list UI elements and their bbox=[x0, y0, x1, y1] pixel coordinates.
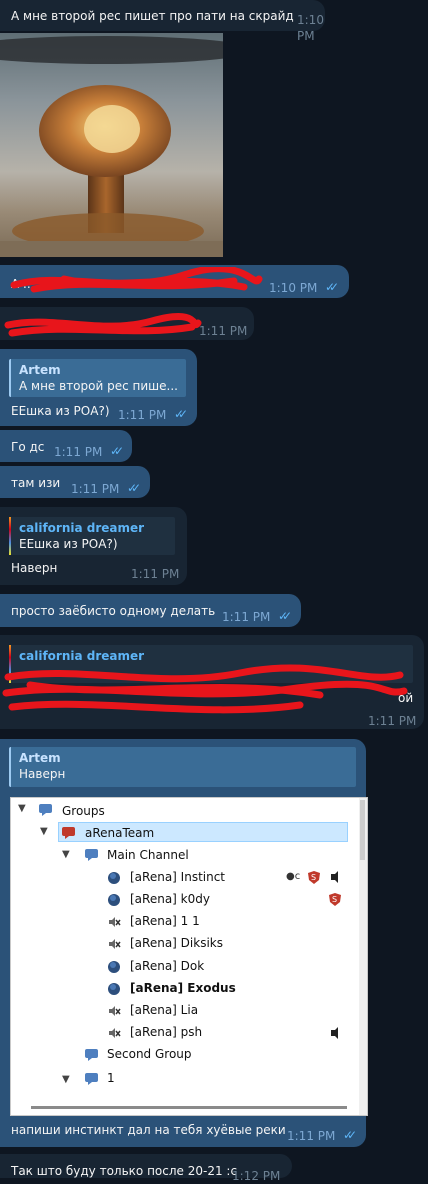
read-check-icon: ✓✓ bbox=[278, 609, 292, 623]
photo-message[interactable] bbox=[0, 33, 223, 257]
muted-speaker-icon bbox=[109, 1006, 121, 1016]
message-text: А мне второй рес пишет про пати на скрай… bbox=[11, 9, 294, 23]
svg-text:S: S bbox=[332, 895, 337, 904]
message-text: там изи bbox=[11, 476, 61, 490]
reply-author: california dreamer bbox=[19, 649, 145, 663]
muted-speaker-icon bbox=[109, 917, 121, 927]
channel-icon bbox=[85, 849, 98, 861]
read-check-icon: ✓✓ bbox=[325, 280, 339, 294]
message-time: 1:11 PM bbox=[287, 1129, 336, 1143]
vertical-scrollbar[interactable] bbox=[359, 798, 367, 1115]
chevron-down-icon: ▼ bbox=[62, 1074, 70, 1085]
reply-text: ЕЕшка из РОА?) bbox=[19, 537, 118, 551]
message-time: 1:12 PM bbox=[232, 1169, 281, 1183]
user-voice-icon bbox=[108, 983, 120, 995]
channel-icon bbox=[85, 1073, 98, 1085]
message-time: 1:11 PM bbox=[118, 408, 167, 422]
message-3: 1:11 PM bbox=[0, 307, 254, 340]
svg-text:S: S bbox=[311, 873, 316, 882]
horizontal-scrollbar[interactable] bbox=[31, 1106, 347, 1109]
reply-author: Artem bbox=[19, 751, 61, 765]
message-text: напиши инстинкт дал на тебя хуёвые реки bbox=[11, 1123, 286, 1137]
redaction-scribble bbox=[4, 313, 202, 337]
user-badge-icon: ●c bbox=[286, 871, 301, 882]
tree-user-dok[interactable]: [aRena] Dok bbox=[130, 956, 204, 976]
muted-speaker-icon bbox=[109, 1028, 121, 1038]
message-1: А мне второй рес пишет про пати на скрай… bbox=[0, 0, 325, 43]
message-9: california dreamer ой 1:11 PM bbox=[0, 635, 424, 729]
shield-icon: S bbox=[308, 871, 320, 884]
message-time: 1:11 PM bbox=[199, 324, 248, 338]
message-text: Так што буду только после 20-21 :с bbox=[11, 1164, 238, 1178]
channel-group-icon bbox=[39, 804, 52, 816]
message-4: Artem А мне второй рес пише... ЕЕшка из … bbox=[0, 349, 197, 426]
mute-icon bbox=[331, 1027, 338, 1039]
tree-user-instinct[interactable]: [aRena] Instinct bbox=[130, 867, 225, 887]
reply-author: Artem bbox=[19, 363, 61, 377]
read-check-icon: ✓✓ bbox=[343, 1128, 357, 1142]
reply-text: Наверн bbox=[19, 767, 66, 781]
message-5: Го дс 1:11 PM ✓✓ bbox=[0, 430, 132, 462]
tree-groups[interactable]: Groups bbox=[62, 801, 105, 821]
muted-speaker-icon bbox=[109, 939, 121, 949]
redaction-scribble bbox=[10, 267, 263, 293]
message-time: 1:11 PM bbox=[368, 714, 417, 728]
read-check-icon: ✓✓ bbox=[174, 407, 188, 421]
message-time: 1:11 PM bbox=[54, 445, 103, 459]
tree-group-1[interactable]: 1 bbox=[107, 1068, 115, 1088]
message-time: 1:10 PM bbox=[269, 281, 318, 295]
tree-user-k0dy[interactable]: [aRena] k0dy bbox=[130, 889, 210, 909]
reply-text: А мне второй рес пише... bbox=[19, 379, 178, 393]
shield-icon: S bbox=[329, 893, 341, 906]
scrollbar-thumb[interactable] bbox=[360, 800, 365, 860]
message-text: Го дс bbox=[11, 440, 45, 454]
message-6: там изи 1:11 PM ✓✓ bbox=[0, 466, 150, 498]
message-time: 1:10 PM bbox=[297, 13, 324, 43]
tree-user-1-1[interactable]: [aRena] 1 1 bbox=[130, 911, 200, 931]
tree-user-lia[interactable]: [aRena] Lia bbox=[130, 1000, 198, 1020]
user-voice-icon bbox=[108, 961, 120, 973]
message-8: просто заёбисто одному делать 1:11 PM ✓✓ bbox=[0, 594, 301, 627]
tree-user-psh[interactable]: [aRena] psh bbox=[130, 1022, 202, 1042]
tree-user-diksiks[interactable]: [aRena] Diksiks bbox=[130, 933, 223, 953]
chevron-down-icon: ▼ bbox=[18, 803, 26, 814]
mute-icon bbox=[331, 871, 338, 883]
channel-icon bbox=[85, 1049, 98, 1061]
server-tree-screenshot[interactable]: ▼ Groups ▼ aRenaTeam ▼ Main Channel [aRe… bbox=[10, 797, 368, 1116]
redaction-scribble bbox=[2, 664, 408, 714]
mushroom-cloud-image bbox=[0, 36, 223, 257]
message-text: просто заёбисто одному делать bbox=[11, 604, 216, 618]
message-2: А ... 1:10 PM ✓✓ bbox=[0, 265, 349, 298]
message-7: california dreamer ЕЕшка из РОА?) Наверн… bbox=[0, 507, 187, 585]
message-time: 1:11 PM bbox=[71, 482, 120, 496]
message-text: ЕЕшка из РОА?) bbox=[11, 404, 110, 418]
chevron-down-icon: ▼ bbox=[40, 826, 48, 837]
message-text: ой bbox=[398, 691, 414, 705]
tree-user-exodus[interactable]: [aRena] Exodus bbox=[130, 978, 236, 998]
tree-main-channel[interactable]: Main Channel bbox=[107, 845, 189, 865]
reply-author: california dreamer bbox=[19, 521, 145, 535]
reply-quote[interactable]: Artem Наверн bbox=[9, 747, 356, 787]
reply-quote[interactable]: california dreamer ЕЕшка из РОА?) bbox=[9, 517, 175, 555]
message-text: Наверн bbox=[11, 561, 58, 575]
user-voice-icon bbox=[108, 872, 120, 884]
message-11: Так што буду только после 20-21 :с 1:12 … bbox=[0, 1154, 292, 1183]
chevron-down-icon: ▼ bbox=[62, 849, 70, 860]
tree-team[interactable]: aRenaTeam bbox=[85, 823, 154, 843]
user-voice-icon bbox=[108, 894, 120, 906]
message-time: 1:11 PM bbox=[131, 567, 180, 581]
tree-second-group[interactable]: Second Group bbox=[107, 1044, 192, 1064]
read-check-icon: ✓✓ bbox=[127, 481, 141, 495]
channel-red-icon bbox=[62, 827, 75, 839]
reply-quote[interactable]: Artem А мне второй рес пише... bbox=[9, 359, 186, 397]
read-check-icon: ✓✓ bbox=[110, 444, 124, 458]
message-time: 1:11 PM bbox=[222, 610, 271, 624]
